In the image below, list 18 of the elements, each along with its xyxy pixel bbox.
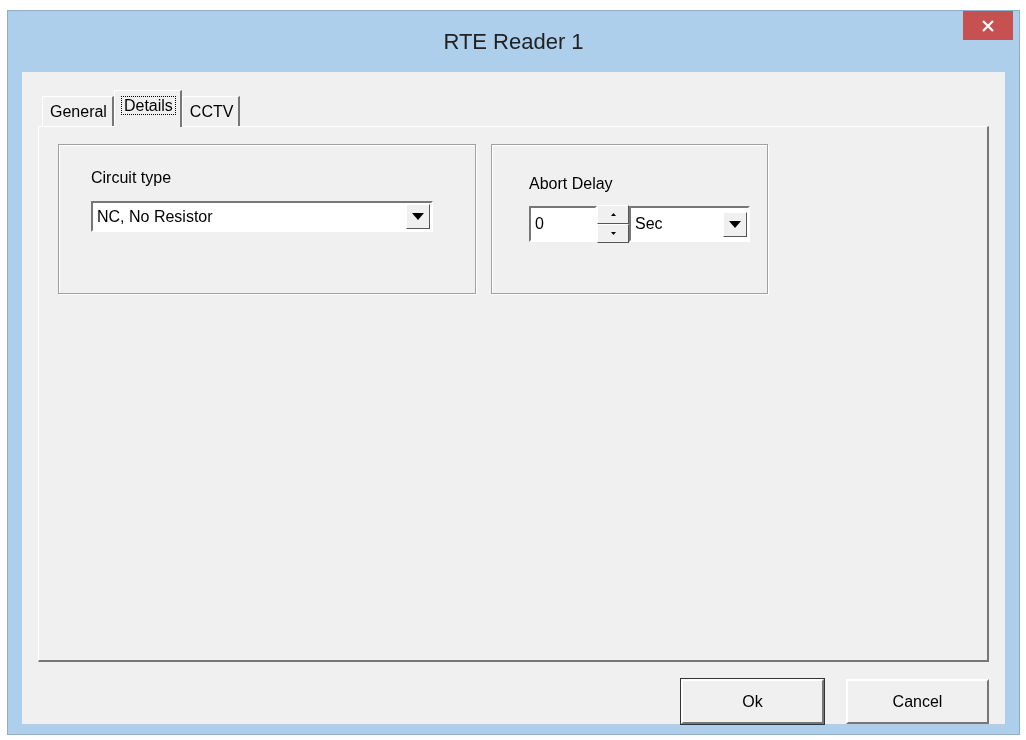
close-button[interactable]	[963, 11, 1013, 40]
up-arrow-icon	[610, 213, 616, 216]
close-icon	[981, 18, 995, 33]
window-title: RTE Reader 1	[443, 28, 584, 55]
input-field[interactable]: 0	[529, 206, 597, 242]
down-arrow-icon	[610, 232, 616, 235]
field-label: Abort Delay	[529, 175, 614, 193]
tab[interactable]: CCTV	[181, 96, 241, 126]
field-label: Circuit type	[91, 169, 173, 187]
dialog-button[interactable]: Cancel	[846, 679, 989, 724]
tab[interactable]: Details	[113, 90, 182, 127]
dropdown[interactable]: Sec	[629, 206, 750, 242]
tab[interactable]: General	[42, 96, 114, 126]
dialog-button[interactable]: Ok	[681, 679, 824, 724]
caret-icon	[412, 213, 424, 220]
caret-icon	[729, 220, 741, 228]
spin-button[interactable]	[597, 205, 629, 243]
dropdown[interactable]: NC, No Resistor	[91, 201, 433, 232]
